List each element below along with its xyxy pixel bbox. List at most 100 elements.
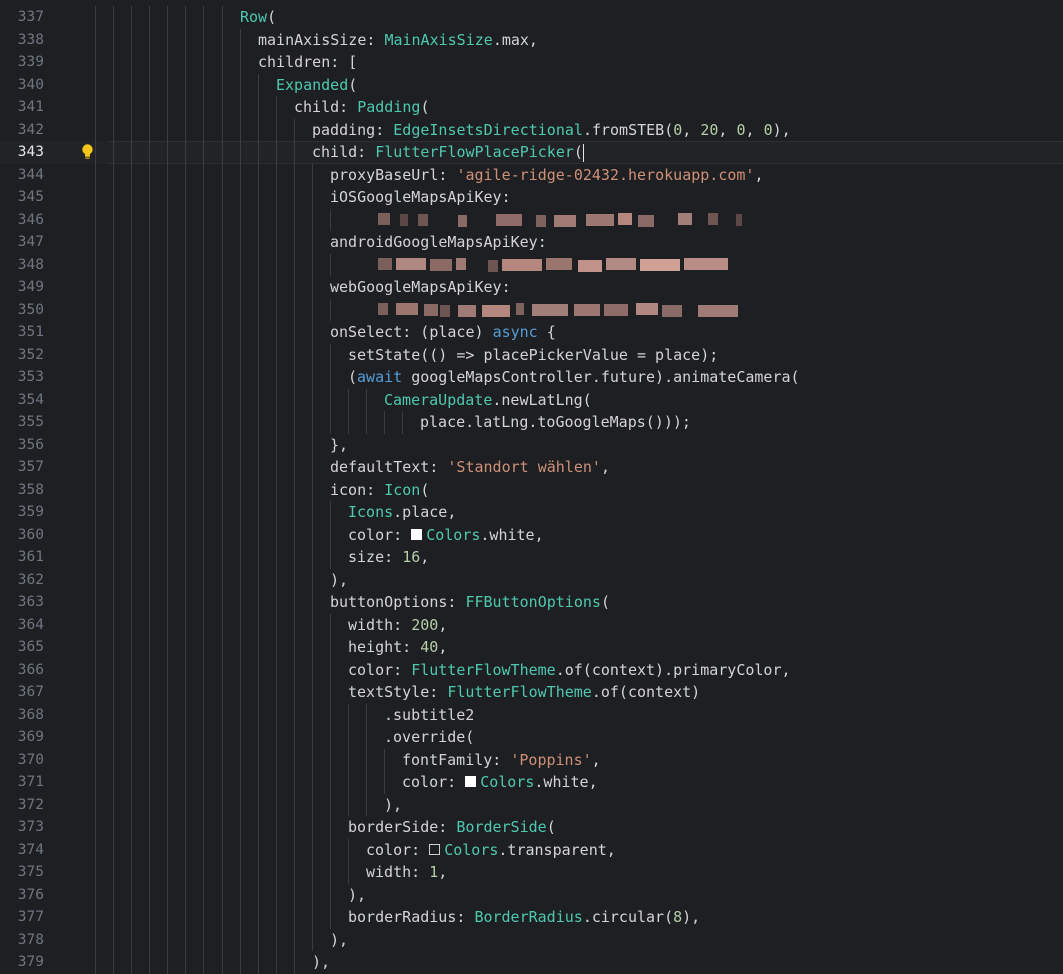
line-number: 359 [17,504,44,520]
code-line[interactable]: 375 width: 1, [0,861,1063,884]
code-line[interactable]: 359 Icons.place, [0,501,1063,524]
code-line[interactable]: 357 defaultText: 'Standort wählen', [0,456,1063,479]
code-line[interactable]: 368 .subtitle2 [0,703,1063,727]
indent-guide [167,546,168,569]
code-line[interactable]: 346 [0,208,1063,231]
code-line[interactable]: 377 borderRadius: BorderRadius.circular(8… [0,906,1063,929]
indent-guide [167,906,168,929]
code-line[interactable]: 345 iOSGoogleMapsApiKey: [0,186,1063,209]
code-line[interactable]: 356}, [0,433,1063,456]
code-line[interactable]: 361 size: 16, [0,546,1063,569]
code-line[interactable]: 373 borderSide: BorderSide( [0,816,1063,839]
white-color-swatch[interactable] [465,776,477,787]
code-line[interactable]: 371 color: Colors.white, [0,771,1063,794]
indent-guide [366,748,367,771]
indent-guide [222,568,223,591]
code-line[interactable]: 347 androidGoogleMapsApiKey: [0,231,1063,254]
indent-guide [294,163,295,186]
line-number: 357 [17,459,44,475]
code-line[interactable]: 369 .override( [0,726,1063,749]
code-line[interactable]: 363 buttonOptions: FFButtonOptions( [0,591,1063,614]
indent-guide [203,51,204,74]
code-line[interactable]: 370 fontFamily: 'Poppins', [0,748,1063,771]
redaction-block [636,303,658,315]
code-line[interactable]: 366 color: FlutterFlowTheme.of(context).p… [0,658,1063,681]
code-line[interactable]: 379), [0,951,1063,974]
code-line[interactable]: 337 Row( [0,6,1063,29]
code-line[interactable]: 355 place.latLng.toGoogleMaps())); [0,411,1063,434]
indent-guide [240,118,241,141]
indent-guide [312,298,313,321]
line-number: 367 [17,684,44,700]
code-line[interactable]: 343 child: FlutterFlowPlacePicker( [0,141,1063,164]
indent-guide [330,411,331,434]
indent-guide [203,28,204,51]
code-line[interactable]: 350 [0,298,1063,321]
code-line[interactable]: 362), [0,568,1063,591]
code-line[interactable]: 342 padding: EdgeInsetsDirectional.fromST… [0,118,1063,142]
code-token: .subtitle2 [384,705,475,724]
indent-guide [294,748,295,771]
code-line[interactable]: 344 proxyBaseUrl: 'agile-ridge-02432.hero… [0,163,1063,186]
code-line[interactable]: 374 color: Colors.transparent, [0,838,1063,861]
indent-guide [113,28,114,51]
redaction-block [458,215,467,227]
indent-guide [149,568,150,591]
indent-guide [222,388,223,411]
code-text: .subtitle2 [384,704,474,727]
transparent-color-swatch[interactable] [429,843,441,855]
code-line[interactable]: 376), [0,883,1063,906]
code-line[interactable]: 338 mainAxisSize: MainAxisSize.max, [0,28,1063,51]
code-line[interactable]: 349 webGoogleMapsApiKey: [0,276,1063,299]
code-line[interactable]: 352 setState(() => placePickerValue = pla… [0,343,1063,366]
indent-guide [95,838,96,861]
code-line[interactable]: 358 icon: Icon( [0,478,1063,501]
code-line[interactable]: 353 (await googleMapsController.future).a… [0,366,1063,389]
indent-guide [203,208,204,231]
code-line[interactable]: 367 textStyle: FlutterFlowTheme.of(contex… [0,681,1063,704]
line-number: 345 [17,189,44,205]
code-line[interactable]: 354 CameraUpdate.newLatLng( [0,388,1063,411]
code-line[interactable]: 378), [0,928,1063,951]
code-line[interactable]: 351 onSelect: (place) async { [0,321,1063,344]
indent-guide [95,366,96,389]
indent-guide [149,118,150,141]
indent-guide [222,591,223,614]
indent-guide [348,388,349,411]
indent-guide [312,546,313,569]
indent-guide [149,636,150,659]
code-line[interactable]: 365 height: 40, [0,636,1063,659]
code-line[interactable]: 360 color: Colors.white, [0,523,1063,546]
indent-guide [294,928,295,951]
code-line[interactable]: 339 children: [ [0,51,1063,74]
indent-guide [276,951,277,974]
code-editor[interactable]: 337 Row(338 mainAxisSize: MainAxisSize.max… [0,0,1063,974]
white-color-swatch[interactable] [411,528,423,540]
indent-guide [258,208,259,231]
indent-guide [185,838,186,861]
indent-guide [203,861,204,884]
indent-guide [258,298,259,321]
code-text: child: Padding( [294,96,429,119]
indent-guide [149,681,150,704]
code-line[interactable]: 364 width: 200, [0,613,1063,636]
indent-guide [294,456,295,479]
indent-guide [240,343,241,366]
indent-guide [222,343,223,366]
code-line[interactable]: 348 [0,253,1063,276]
line-number: 372 [17,796,44,813]
indent-guide [240,73,241,96]
lightbulb-icon[interactable] [80,143,95,161]
code-line[interactable]: 340 Expanded( [0,73,1063,96]
code-text: onSelect: (place) async { [330,321,556,344]
indent-guide [222,6,223,29]
indent-guide [203,433,204,456]
code-line[interactable]: 372), [0,793,1063,816]
code-text: padding: EdgeInsetsDirectional.fromSTEB(… [312,119,791,142]
indent-guide [203,276,204,299]
code-token: 0 [673,120,683,139]
indent-guide [131,6,132,29]
indent-guide [149,883,150,906]
code-line[interactable]: 341 child: Padding( [0,96,1063,119]
code-token: .transparent, [498,840,616,859]
